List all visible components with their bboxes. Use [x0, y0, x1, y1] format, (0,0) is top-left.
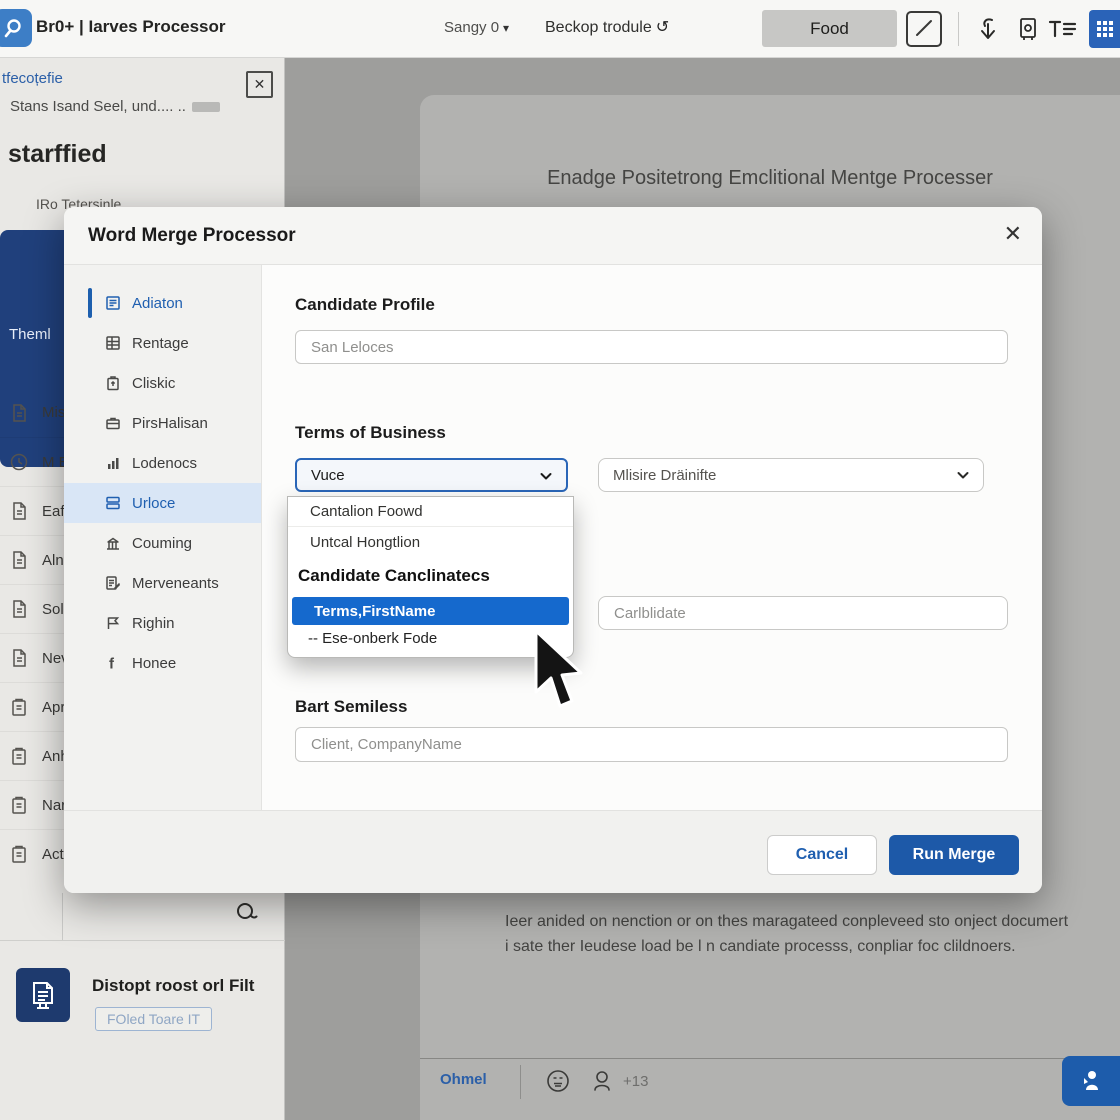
sidebar-divider [0, 940, 285, 941]
cancel-button[interactable]: Cancel [767, 835, 877, 875]
document-icon [9, 403, 29, 423]
nav-item-urloce[interactable]: Urloce [64, 483, 261, 523]
app-title: Br0+ | Iarves Processor [36, 17, 226, 37]
article-icon [105, 295, 121, 311]
svg-text:f: f [109, 656, 115, 672]
nav-item-pirshalisan[interactable]: PirsHalisan [64, 403, 261, 443]
document-heading: Enadge Positetrong Emclitional Mentge Pr… [420, 167, 1120, 190]
document-pen-icon [105, 575, 121, 591]
bart-input[interactable] [295, 727, 1008, 762]
nav-item-lodenocs[interactable]: Lodenocs [64, 443, 261, 483]
reaction-count: +13 [623, 1073, 648, 1090]
document-icon [9, 648, 29, 668]
briefcase-icon [105, 415, 121, 431]
clipboard-icon [9, 697, 29, 717]
dialog-header: Word Merge Processor ✕ [64, 207, 1042, 265]
food-button[interactable]: Food [762, 10, 897, 47]
rows-icon [105, 495, 121, 511]
theme-card-label: Theml [9, 326, 51, 343]
terms-section-label: Terms of Business [295, 423, 446, 443]
edit-checkbox-icon[interactable] [906, 11, 942, 47]
top-app-bar: Br0+ | Iarves Processor Sangy 0▾ Beckop … [0, 0, 1120, 58]
word-merge-dialog: Word Merge Processor ✕ Adiaton Rentage C… [64, 207, 1042, 893]
dropdown-group-header: Candidate Canclinatecs [288, 557, 573, 595]
dropdown-option[interactable]: -- Ese-onberk Fode [288, 625, 573, 651]
smiley-icon[interactable] [544, 1067, 572, 1095]
bart-section-label: Bart Semiless [295, 697, 407, 717]
candidate-input[interactable] [598, 596, 1008, 630]
apps-grid-icon[interactable] [1089, 10, 1120, 48]
document-icon [9, 599, 29, 619]
sidebar-section-heading: starffied [8, 140, 107, 169]
assistant-person-icon[interactable] [1062, 1056, 1120, 1106]
close-panel-icon[interactable]: ✕ [246, 71, 273, 98]
dropdown-option[interactable]: Cantalion Foowd [288, 497, 573, 527]
module-breadcrumb[interactable]: Beckop trodule↺ [545, 17, 669, 37]
text-format-icon[interactable] [1046, 13, 1078, 45]
dialog-nav: Adiaton Rentage Cliskic PirsHalisan Lode… [64, 265, 262, 810]
clock-icon [9, 452, 29, 472]
import-arrow-icon[interactable] [972, 13, 1004, 45]
clipboard-icon [9, 746, 29, 766]
profile-section-label: Candidate Profile [295, 295, 435, 315]
user-menu[interactable]: Sangy 0▾ [444, 19, 509, 36]
table-icon [105, 335, 121, 351]
toolbar-divider [958, 12, 959, 46]
chevron-down-icon [955, 467, 971, 487]
building-icon [105, 535, 121, 551]
document-icon [9, 501, 29, 521]
nav-item-cliskic[interactable]: Cliskic [64, 363, 261, 403]
redacted-blob [192, 102, 220, 112]
document-paragraph: Ieer anided on nenction or on thes marag… [505, 910, 1070, 960]
f-letter-icon: f [105, 655, 121, 671]
run-merge-button[interactable]: Run Merge [889, 835, 1019, 875]
dropdown-option-selected[interactable]: Terms,FirstName [292, 597, 569, 625]
clipboard-icon [105, 375, 121, 391]
document-footer-link[interactable]: Ohmel [440, 1071, 487, 1088]
sidebar-top-link[interactable]: tfecoțefie [2, 70, 63, 87]
profile-input[interactable] [295, 330, 1008, 364]
bar-chart-icon [105, 455, 121, 471]
clipboard-icon [9, 795, 29, 815]
footer-divider [520, 1065, 521, 1099]
clipboard-icon [9, 844, 29, 864]
terms-dropdown-menu: Cantalion Foowd Untcal Hongtlion Candida… [287, 496, 574, 658]
nav-item-honee[interactable]: fHonee [64, 643, 261, 683]
close-icon[interactable]: ✕ [1004, 221, 1022, 247]
person-icon[interactable] [588, 1067, 616, 1095]
column-divider [62, 893, 63, 940]
undo-icon: ↺ [656, 19, 669, 36]
sidebar-description: Stans Isand Seel, und.... .. [10, 98, 220, 115]
desktop-file-icon[interactable] [16, 968, 70, 1022]
app-logo-icon[interactable] [0, 9, 32, 47]
nav-item-rentage[interactable]: Rentage [64, 323, 261, 363]
sidebar-footer-title: Distopt roost orl Filt [92, 976, 254, 996]
document-icon [9, 550, 29, 570]
active-indicator [88, 288, 92, 318]
caret-down-icon: ▾ [503, 21, 509, 35]
document-footer-bar: Ohmel +13 [420, 1058, 1120, 1104]
terms-select[interactable]: Vuce [295, 458, 568, 492]
flag-icon [105, 615, 121, 631]
nav-item-adiaton[interactable]: Adiaton [64, 283, 261, 323]
document-sign-icon[interactable] [1012, 13, 1044, 45]
nav-item-couming[interactable]: Couming [64, 523, 261, 563]
nav-item-righin[interactable]: Righin [64, 603, 261, 643]
nav-item-merveneants[interactable]: Merveneants [64, 563, 261, 603]
chevron-down-icon [538, 468, 554, 488]
misire-select[interactable]: Mlisire Dräinifte [598, 458, 984, 492]
sidebar-footer-button[interactable]: FOled Toare IT [95, 1007, 212, 1031]
dropdown-option[interactable]: Untcal Hongtlion [288, 527, 573, 557]
dialog-title: Word Merge Processor [88, 225, 296, 247]
search-icon[interactable] [232, 898, 262, 928]
